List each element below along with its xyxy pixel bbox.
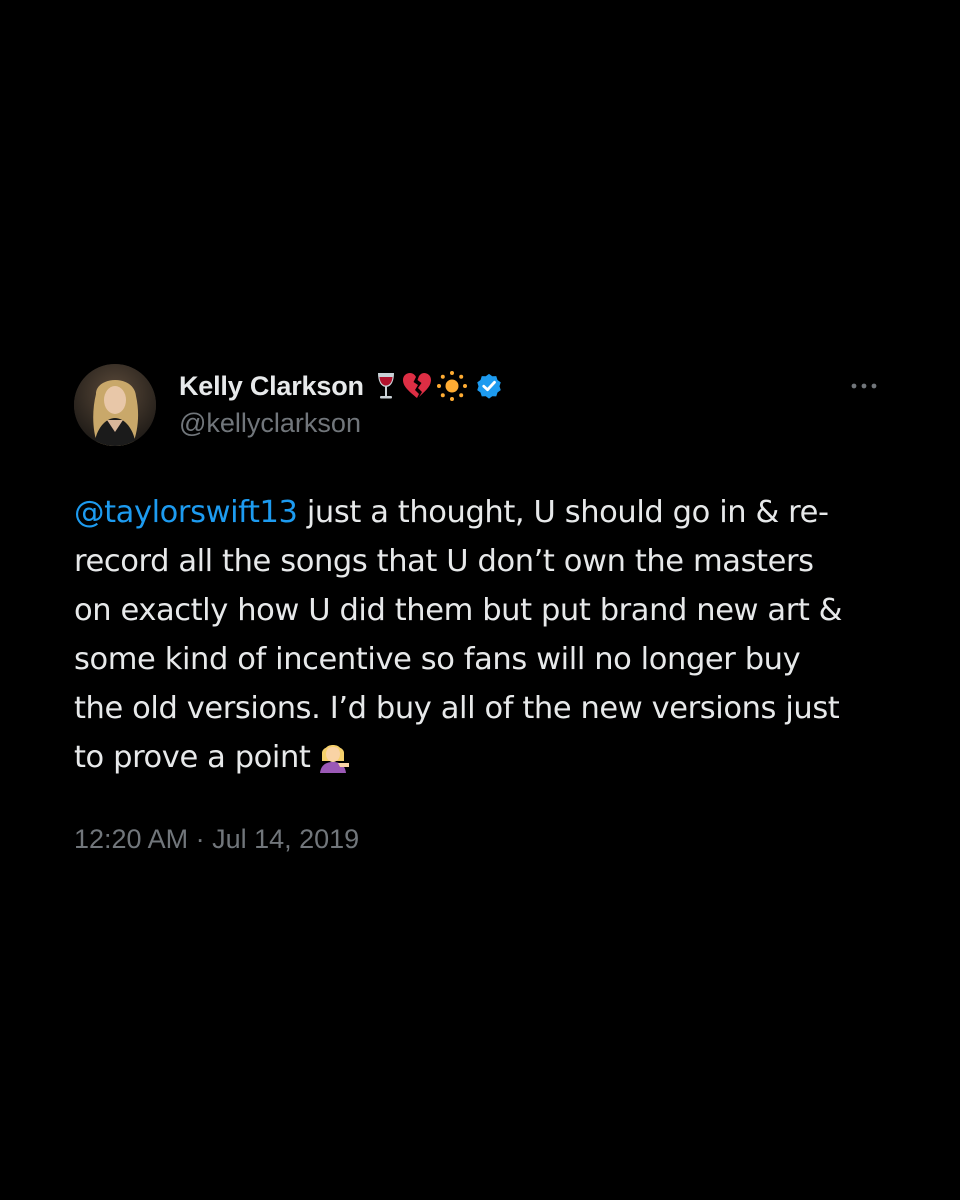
tweet-line: some kind of incentive so fans will no l… <box>74 642 801 677</box>
mention-link[interactable]: @taylorswift13 <box>74 495 298 530</box>
tweet-text-segment: to prove a point <box>74 740 311 775</box>
tweet-line: record all the songs that U don’t own th… <box>74 544 814 579</box>
tweet-timestamp[interactable]: 12:20 AM · Jul 14, 2019 <box>74 824 894 855</box>
tweet-card: Kelly Clarkson @kellyclarkson @taylorswi… <box>74 362 894 855</box>
tweet-text-segment: just a thought, U should go in & re- <box>297 495 829 530</box>
tweet-line: @taylorswift13 just a thought, U should … <box>74 488 894 537</box>
tweet-line: on exactly how U did them but put brand … <box>74 593 843 628</box>
author-names: Kelly Clarkson @kellyclarkson <box>179 368 504 439</box>
name-row: Kelly Clarkson <box>179 368 504 404</box>
more-options-icon <box>851 383 877 389</box>
display-name[interactable]: Kelly Clarkson <box>179 371 364 402</box>
wine-glass-icon <box>376 371 396 401</box>
sun-icon <box>436 370 468 402</box>
tweet-line-last: to prove a point <box>74 733 894 788</box>
tweet-text: @taylorswift13 just a thought, U should … <box>74 488 894 788</box>
tweet-header: Kelly Clarkson @kellyclarkson <box>74 362 894 448</box>
avatar[interactable] <box>74 364 156 446</box>
broken-heart-icon <box>402 372 432 400</box>
more-options-button[interactable] <box>844 376 884 396</box>
tweet-line: the old versions. I’d buy all of the new… <box>74 691 840 726</box>
person-tipping-hand-icon <box>316 739 350 788</box>
verified-badge-icon[interactable] <box>474 371 504 401</box>
author-handle[interactable]: @kellyclarkson <box>179 408 504 439</box>
